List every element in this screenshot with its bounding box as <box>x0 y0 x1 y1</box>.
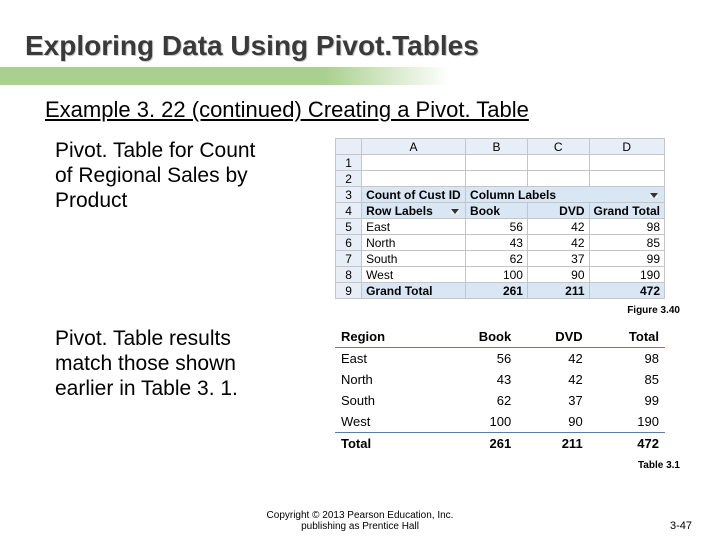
slide-title: Exploring Data Using Pivot.Tables <box>25 30 700 62</box>
excel-pivot-table: A B C D 1 2 3 Count of Cust ID Column La… <box>335 138 665 299</box>
dropdown-icon[interactable] <box>451 209 459 214</box>
figure-label-2: Table 3.1 <box>20 460 680 471</box>
copyright: Copyright © 2013 Pearson Education, Inc.… <box>0 510 720 532</box>
paragraph-2: Pivot. Table results match those shown e… <box>55 326 335 402</box>
accent-bar <box>0 67 450 85</box>
summary-table: Region Book DVD Total East564298 North43… <box>335 326 665 454</box>
figure-label-1: Figure 3.40 <box>20 305 680 316</box>
page-number: 3-47 <box>670 520 692 532</box>
paragraph-1: Pivot. Table for Count of Regional Sales… <box>55 138 335 214</box>
slide-subtitle: Example 3. 22 (continued) Creating a Piv… <box>45 97 700 123</box>
dropdown-icon[interactable] <box>650 193 658 198</box>
